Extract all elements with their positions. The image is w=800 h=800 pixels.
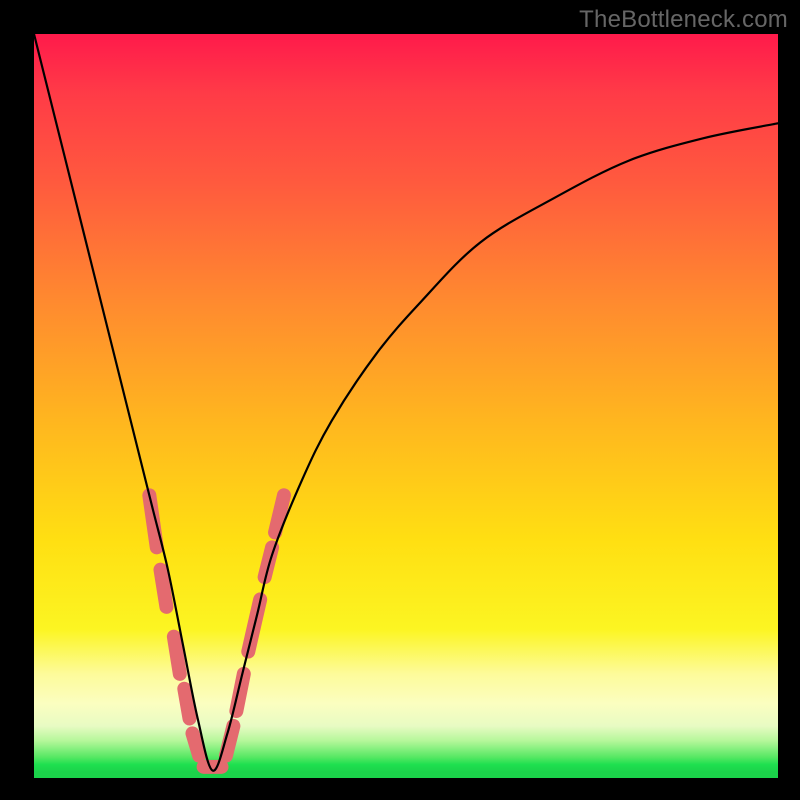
chart-frame: TheBottleneck.com bbox=[0, 0, 800, 800]
plot-area bbox=[34, 34, 778, 778]
pill-markers bbox=[149, 495, 284, 767]
pill-marker bbox=[226, 726, 233, 756]
chart-svg bbox=[34, 34, 778, 778]
pill-marker bbox=[192, 733, 199, 755]
watermark-text: TheBottleneck.com bbox=[579, 6, 788, 34]
bottleneck-curve bbox=[34, 34, 778, 771]
pill-marker bbox=[174, 637, 180, 674]
pill-marker bbox=[160, 570, 166, 607]
pill-marker bbox=[184, 689, 189, 719]
